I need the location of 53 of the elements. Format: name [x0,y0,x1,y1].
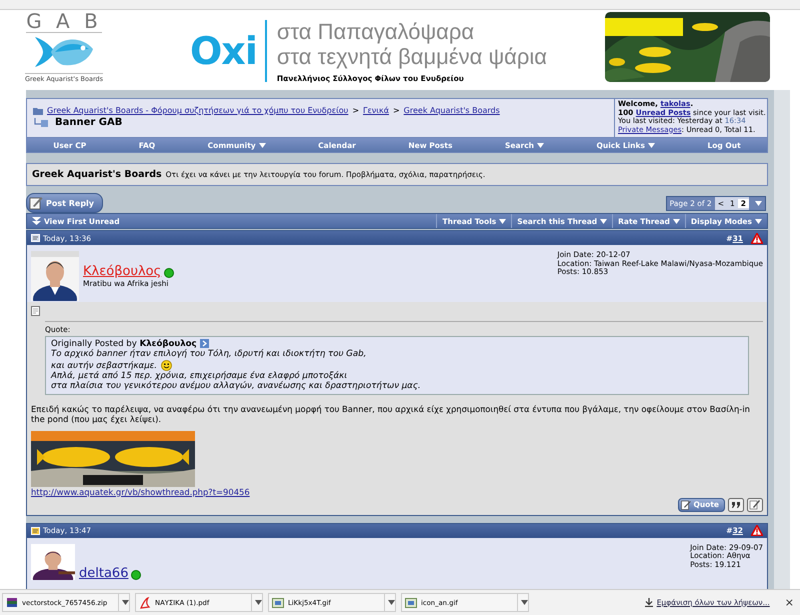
document-icon [31,526,40,535]
thread-arrow-icon [33,118,49,128]
breadcrumb-link[interactable]: Greek Aquarist's Boards - Φόρουμ συζητήσεων γιά το χόμπυ του Ενυδρείου [47,106,348,115]
caret-icon [755,200,762,206]
username-link[interactable]: delta66 [79,566,128,581]
image-file-icon [272,596,284,608]
zip-file-icon [6,596,18,608]
quote-attribution: Originally Posted by Κλεόβουλος [51,339,743,350]
caret-icon [122,600,129,605]
caret-icon [755,218,762,224]
thread-link[interactable]: http://www.aquatek.gr/vb/showthread.php?t=90456 [31,486,250,497]
breadcrumb-separator: > [392,106,400,115]
caret-icon [388,600,395,605]
post-text: Επειδή κακώς το παρέλειψα, να αναφέρω ότι την ανανεωμένη μορφή του Banner, που αρχικά είχε χρησιμοποιηθεί στα έντυπα που βγάλαμε, την οφείλουμε στον Βασίλη-in the pond (που μας έχει λείψει). [31,404,751,425]
breadcrumb-link[interactable]: Greek Aquarist's Boards [404,106,500,115]
slogan-text: στα Παπαγαλόψαρα [276,19,476,44]
quick-reply-icon[interactable] [747,498,763,512]
document-icon [31,234,40,242]
multi-quote-icon[interactable] [728,498,744,512]
folder-icon [33,106,43,114]
double-arrow-icon [32,217,41,225]
post-icon [31,306,40,316]
quote-text: στα πλαίσια του γενικότερου ανέμου αλλαγών, ανανέωσης και δραστηριοτήτων μας. [51,381,421,392]
logo-letters: G A B [26,10,102,33]
caret-icon [600,218,608,224]
caret-icon [672,218,680,224]
close-button[interactable]: × [784,596,794,609]
smiley-icon [161,360,172,371]
breadcrumb-link[interactable]: Γενικά [363,106,389,115]
image-file-icon [405,596,417,608]
pencil-icon [29,196,43,210]
quote-text: Το αρχικό banner ήταν επιλογή του Τόλη, ιδρυτή και ιδιοκτήτη του Gab, [51,349,366,360]
pencil-icon [681,500,692,510]
breadcrumb-separator: > [352,106,360,115]
caret-icon [648,142,655,148]
forum-title: Greek Aquarist's Boards [32,169,162,180]
warning-icon[interactable] [751,525,763,536]
caret-icon [258,142,266,148]
slogan-mark: Oxi [190,29,257,73]
thread-title: Banner GAB [55,117,122,128]
slogan-text: στα τεχνητά βαμμένα ψάρια [276,44,548,69]
caret-icon [537,142,544,148]
pdf-file-icon [139,596,151,608]
caret-icon [499,218,506,224]
username-link[interactable]: Κλεόβουλος [83,264,162,279]
caret-icon [255,600,262,605]
warning-icon[interactable] [751,232,763,244]
caret-icon [521,600,528,605]
quote-text: Απλά, μετά από 15 περ. χρόνια, επιχειρήσαμε ένα ελαφρό μποτοξάκι [51,371,348,382]
post-reply-button[interactable]: Post Reply [26,193,103,213]
download-icon [644,598,653,607]
quote-text: και αυτήν σεβαστήκαμε. [51,360,158,371]
view-post-icon[interactable] [200,339,209,348]
